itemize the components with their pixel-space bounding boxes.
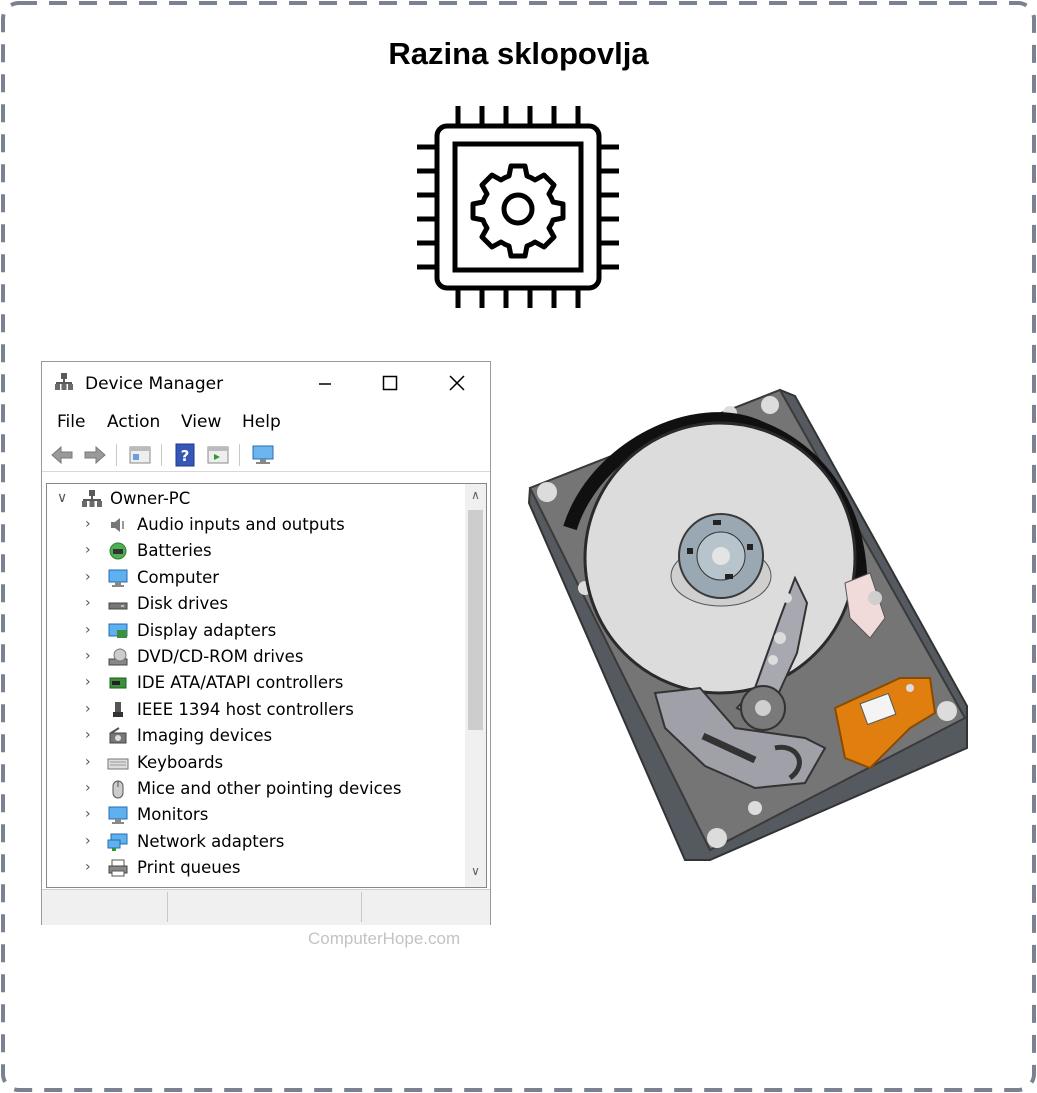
chevron-right-icon[interactable]: ›: [85, 595, 91, 611]
help-icon[interactable]: ?: [173, 443, 197, 467]
close-icon[interactable]: [442, 370, 472, 396]
chevron-right-icon[interactable]: ›: [85, 622, 91, 638]
window-title: Device Manager: [85, 374, 224, 394]
speaker-icon: [111, 518, 124, 532]
tree-item[interactable]: › DVD/CD-ROM drives: [47, 644, 467, 670]
network-adapter-icon: [107, 833, 128, 851]
scroll-up-icon[interactable]: ∧: [468, 488, 483, 504]
dvd-drive-icon: [108, 648, 128, 666]
svg-text:?: ?: [181, 447, 190, 465]
display-adapter-icon: [108, 623, 128, 638]
title-bar[interactable]: Device Manager: [42, 362, 490, 404]
computer-icon: [108, 569, 128, 587]
update-driver-icon[interactable]: [206, 443, 230, 467]
chevron-right-icon[interactable]: ›: [85, 542, 91, 558]
tree-item[interactable]: › Batteries: [47, 538, 467, 564]
tree-item[interactable]: › Imaging devices: [47, 723, 467, 749]
device-manager-window: Device Manager File Action View Help ? ∨…: [41, 361, 491, 925]
tree-item-label: Mice and other pointing devices: [137, 779, 402, 798]
chevron-right-icon[interactable]: ›: [85, 780, 91, 796]
chevron-right-icon[interactable]: ›: [85, 859, 91, 875]
tree-item-label: IDE ATA/ATAPI controllers: [137, 673, 344, 693]
scroll-thumb[interactable]: [468, 510, 483, 730]
monitor-icon: [108, 806, 128, 825]
menu-file[interactable]: File: [57, 412, 85, 432]
page-title: Razina sklopovlja: [388, 36, 649, 71]
printer-icon: [108, 859, 128, 877]
tree-item[interactable]: › Keyboards: [47, 750, 467, 776]
tree-item-label: Batteries: [137, 541, 212, 561]
device-manager-icon: [55, 373, 73, 390]
hard-disk-drive-icon: [527, 388, 968, 861]
status-separator: [167, 892, 168, 922]
tree-item-label: Audio inputs and outputs: [137, 515, 345, 534]
tree-item[interactable]: › IDE ATA/ATAPI controllers: [47, 670, 467, 696]
tree-item[interactable]: › Display adapters: [47, 618, 467, 644]
tree-item[interactable]: › IEEE 1394 host controllers: [47, 697, 467, 723]
device-tree: ∨ Owner-PC › Audio inputs and outputs › Bat…: [46, 483, 487, 888]
tree-item-label: Disk drives: [137, 594, 229, 614]
tree-item-label: Network adapters: [137, 831, 285, 851]
tree-item-label: Imaging devices: [137, 726, 273, 746]
camera-icon: [109, 727, 127, 744]
ide-controller-icon: [109, 677, 127, 689]
tree-item-label: Monitors: [137, 805, 209, 825]
tree-root[interactable]: ∨ Owner-PC: [47, 486, 467, 512]
tree-item-label: Keyboards: [137, 752, 224, 772]
properties-icon[interactable]: [128, 443, 152, 467]
chevron-right-icon[interactable]: ›: [85, 754, 91, 770]
tree-item[interactable]: › Mice and other pointing devices: [47, 776, 467, 802]
tree-item[interactable]: › Audio inputs and outputs: [47, 512, 467, 538]
chevron-right-icon[interactable]: ›: [85, 806, 91, 822]
disk-drive-icon: [108, 602, 128, 610]
tree-item[interactable]: › Computer: [47, 565, 467, 591]
tree-item[interactable]: › Disk drives: [47, 591, 467, 617]
vertical-scrollbar[interactable]: ∧ ∨: [465, 484, 486, 887]
tree-item-label: DVD/CD-ROM drives: [137, 647, 304, 666]
tree-item-label: Computer: [137, 567, 220, 587]
chevron-right-icon[interactable]: ›: [85, 833, 91, 849]
toolbar-separator: [161, 444, 162, 466]
mouse-icon: [112, 780, 124, 799]
status-separator: [361, 892, 362, 922]
back-arrow-icon[interactable]: [50, 443, 74, 467]
chevron-right-icon[interactable]: ›: [85, 674, 91, 690]
toolbar-separator: [239, 444, 240, 466]
firewire-icon: [113, 701, 123, 717]
chevron-right-icon[interactable]: ›: [85, 569, 91, 585]
tree-item-label: Display adapters: [137, 620, 277, 640]
maximize-icon[interactable]: [375, 370, 405, 396]
chevron-right-icon[interactable]: ›: [85, 727, 91, 743]
chevron-down-icon[interactable]: ∨: [57, 490, 67, 506]
forward-arrow-icon[interactable]: [83, 443, 107, 467]
menu-action[interactable]: Action: [107, 412, 160, 432]
scroll-down-icon[interactable]: ∨: [468, 864, 483, 880]
cpu-chip-gear-icon: [417, 106, 619, 308]
tree-item-label: Print queues: [137, 858, 241, 878]
menu-help[interactable]: Help: [242, 412, 281, 432]
toolbar: ?: [42, 439, 490, 472]
menu-bar: File Action View Help: [42, 406, 490, 436]
watermark: ComputerHope.com: [308, 929, 461, 948]
minimize-icon[interactable]: [310, 370, 340, 396]
tree-item[interactable]: › Print queues: [47, 855, 467, 881]
status-bar: [42, 889, 490, 925]
menu-view[interactable]: View: [181, 412, 221, 432]
chevron-right-icon[interactable]: ›: [85, 516, 91, 532]
tree-item[interactable]: › Monitors: [47, 802, 467, 828]
scan-hardware-icon[interactable]: [251, 443, 275, 467]
toolbar-separator: [116, 444, 117, 466]
chevron-right-icon[interactable]: ›: [85, 701, 91, 717]
keyboard-icon: [107, 758, 129, 770]
tree-item-label: IEEE 1394 host controllers: [137, 699, 354, 719]
chevron-right-icon[interactable]: ›: [85, 648, 91, 664]
tree-root-label: Owner-PC: [110, 489, 191, 508]
battery-icon: [109, 542, 127, 560]
tree-item[interactable]: › Network adapters: [47, 829, 467, 855]
computer-network-icon: [82, 490, 102, 507]
